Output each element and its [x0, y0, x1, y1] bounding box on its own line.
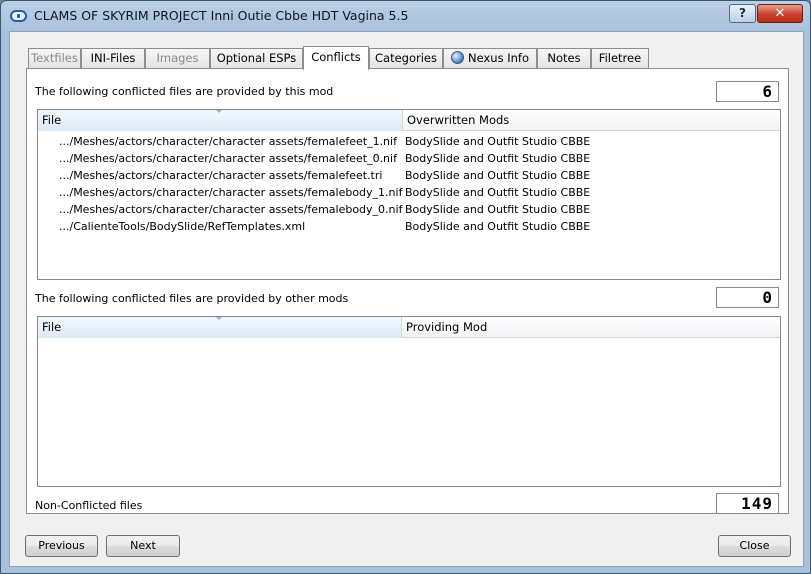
column-header-label: File [42, 113, 62, 127]
provided-by-other-label: The following conflicted files are provi… [35, 292, 349, 305]
file-cell: .../Meshes/actors/character/character as… [59, 169, 383, 182]
column-header-label: Overwritten Mods [407, 113, 510, 127]
table-row[interactable]: .../Meshes/actors/character/character as… [38, 184, 780, 201]
mod-cell: BodySlide and Outfit Studio CBBE [405, 152, 591, 165]
tab-nexus-info[interactable]: Nexus Info [443, 48, 537, 69]
provided-by-this-label: The following conflicted files are provi… [35, 85, 334, 98]
conflicts-panel: The following conflicted files are provi… [26, 68, 789, 514]
column-header-label: File [42, 320, 62, 334]
table-row[interactable]: .../Meshes/actors/character/character as… [38, 167, 780, 184]
table-header: File Providing Mod [38, 317, 780, 338]
tab-label: Nexus Info [468, 51, 529, 65]
mod-cell: BodySlide and Outfit Studio CBBE [405, 203, 591, 216]
mod-cell: BodySlide and Outfit Studio CBBE [405, 135, 591, 148]
next-button[interactable]: Next [106, 535, 180, 557]
table-row[interactable]: .../Meshes/actors/character/character as… [38, 201, 780, 218]
dialog-client-area: Textfiles INI-Files Images Optional ESPs… [9, 31, 804, 567]
table-header: File Overwritten Mods [38, 110, 780, 131]
tab-label: Images [156, 51, 199, 65]
tab-label: Filetree [598, 51, 642, 65]
file-cell: .../Meshes/actors/character/character as… [59, 203, 403, 216]
column-header-providing-mod[interactable]: Providing Mod [402, 317, 780, 338]
help-button[interactable]: ? [729, 4, 756, 23]
table-row[interactable]: .../CalienteTools/BodySlide/RefTemplates… [38, 218, 780, 235]
file-cell: .../Meshes/actors/character/character as… [59, 135, 397, 148]
mod-info-window: CLAMS OF SKYRIM PROJECT Inni Outie Cbbe … [0, 0, 811, 574]
file-cell: .../Meshes/actors/character/character as… [59, 152, 397, 165]
column-header-file[interactable]: File [38, 110, 403, 131]
previous-button[interactable]: Previous [25, 535, 98, 557]
tab-label: Categories [375, 51, 437, 65]
column-header-label: Providing Mod [406, 320, 488, 334]
tab-textfiles[interactable]: Textfiles [28, 48, 81, 69]
window-title: CLAMS OF SKYRIM PROJECT Inni Outie Cbbe … [34, 8, 409, 23]
sort-indicator-icon [216, 110, 222, 113]
provided-by-this-count: 6 [716, 81, 779, 102]
tab-label: INI-Files [90, 51, 136, 65]
file-cell: .../Meshes/actors/character/character as… [59, 186, 403, 199]
app-icon [10, 10, 27, 22]
sort-indicator-icon [216, 317, 222, 320]
close-window-button[interactable]: ✕ [757, 4, 803, 23]
provided-by-other-count: 0 [716, 287, 779, 308]
title-bar[interactable]: CLAMS OF SKYRIM PROJECT Inni Outie Cbbe … [1, 1, 810, 31]
file-cell: .../CalienteTools/BodySlide/RefTemplates… [59, 220, 306, 233]
tab-filetree[interactable]: Filetree [591, 48, 649, 69]
column-header-file[interactable]: File [38, 317, 402, 338]
mod-cell: BodySlide and Outfit Studio CBBE [405, 186, 591, 199]
tab-ini-files[interactable]: INI-Files [81, 48, 145, 69]
tab-optional-esps[interactable]: Optional ESPs [210, 48, 303, 69]
table-row[interactable]: .../Meshes/actors/character/character as… [38, 150, 780, 167]
table-body: .../Meshes/actors/character/character as… [38, 133, 780, 235]
tab-label: Notes [547, 51, 581, 65]
mod-cell: BodySlide and Outfit Studio CBBE [405, 220, 591, 233]
non-conflicted-count: 149 [716, 493, 779, 514]
tab-conflicts[interactable]: Conflicts [303, 46, 369, 70]
tab-categories[interactable]: Categories [369, 48, 443, 69]
tab-label: Conflicts [311, 50, 361, 64]
tab-notes[interactable]: Notes [537, 48, 591, 69]
close-button[interactable]: Close [718, 535, 791, 557]
overwrite-conflicts-table[interactable]: File Overwritten Mods .../Meshes/actors/… [37, 109, 781, 280]
providing-mods-table[interactable]: File Providing Mod [37, 316, 781, 487]
tab-label: Optional ESPs [216, 51, 297, 65]
table-row[interactable]: .../Meshes/actors/character/character as… [38, 133, 780, 150]
mod-cell: BodySlide and Outfit Studio CBBE [405, 169, 591, 182]
globe-icon [451, 51, 464, 64]
column-header-overwritten-mods[interactable]: Overwritten Mods [403, 110, 780, 131]
tab-label: Textfiles [31, 51, 78, 65]
tab-images[interactable]: Images [145, 48, 210, 69]
non-conflicted-label: Non-Conflicted files [35, 499, 143, 512]
